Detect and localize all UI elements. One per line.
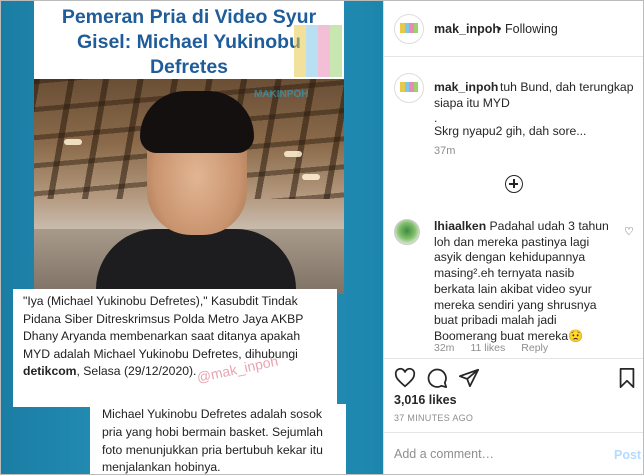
quote-text-part: , Selasa (29/12/2020). [76,364,197,379]
post-button[interactable]: Post [614,448,641,462]
comment-icon[interactable] [426,367,448,389]
post-image[interactable]: Pemeran Pria di Video Syur Gisel: Michae… [1,1,383,475]
caption-time[interactable]: 37m [434,145,455,157]
comment-meta: 32m 11 likes Reply [434,342,564,354]
portrait-photo: MAKINPOH [34,79,344,294]
caption-username[interactable]: mak_inpoh [434,80,498,94]
person-hair [140,91,254,153]
quote-source: detikcom [23,364,77,379]
ceiling-light [302,174,320,180]
avatar[interactable] [394,73,424,103]
plus-circle-icon[interactable] [505,175,523,193]
channel-logo-overlay [294,25,342,77]
avatar[interactable] [394,14,424,44]
caption-line: Skrg nyapu2 gih, dah sore... [434,124,587,138]
caption-line: . [434,111,438,125]
person-body [96,229,296,294]
heart-icon[interactable]: ♡ [624,227,635,238]
comments-panel: mak_inpoh • Following mak_inpoh tuh Bund… [383,1,643,474]
add-comment-bar: Post [384,432,643,474]
quote-card: "Iya (Michael Yukinobu Defretes)," Kasub… [13,289,337,407]
post-image-title: Pemeran Pria di Video Syur Gisel: Michae… [61,6,317,78]
header-separator: • [497,22,502,36]
likes-count[interactable]: 3,016 likes [394,393,457,407]
share-icon[interactable] [458,367,480,389]
action-bar [384,358,643,398]
reply-button[interactable]: Reply [521,342,548,354]
comment-text: lhiaalken Padahal udah 3 tahun loh dan m… [434,219,614,345]
description-text: Michael Yukinobu Defretes adalah sosok p… [102,407,323,475]
post-header: mak_inpoh • Following [384,1,643,57]
bookmark-icon[interactable] [616,367,638,389]
caption-line: tuh Bund, dah terungkap [500,80,634,94]
following-button[interactable]: Following [505,22,558,36]
comment-body: Padahal udah 3 tahun loh dan mereka past… [434,219,609,343]
avatar[interactable] [394,219,420,245]
title-card: Pemeran Pria di Video Syur Gisel: Michae… [34,1,344,79]
caption-line: siapa itu MYD [434,96,510,110]
comment-input[interactable] [394,447,594,461]
quote-text: "Iya (Michael Yukinobu Defretes)," Kasub… [23,293,329,381]
description-card: Michael Yukinobu Defretes adalah sosok p… [90,404,346,475]
ceiling-light [284,151,302,157]
ceiling-light [64,139,82,145]
heart-icon[interactable] [394,367,416,389]
post-time[interactable]: 37 MINUTES AGO [394,413,473,423]
comment-time[interactable]: 32m [434,342,454,354]
comment-likes[interactable]: 11 likes [470,342,505,354]
instagram-post-window: Pemeran Pria di Video Syur Gisel: Michae… [0,0,644,475]
comment-username[interactable]: lhiaalken [434,219,486,233]
photo-watermark: MAKINPOH [254,89,309,100]
header-username[interactable]: mak_inpoh [434,22,500,36]
quote-text-part: "Iya (Michael Yukinobu Defretes)," Kasub… [23,294,304,361]
